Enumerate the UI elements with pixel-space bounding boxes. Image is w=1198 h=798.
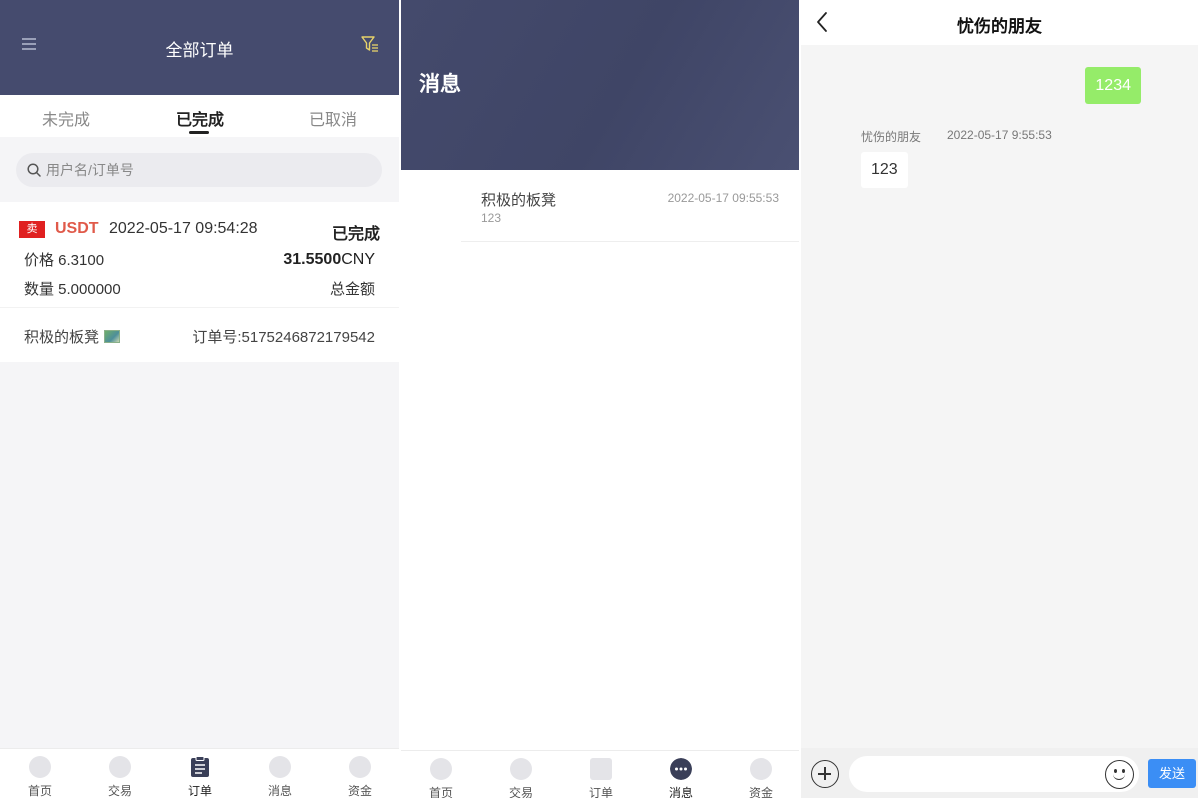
counterparty-name: 积极的板凳 [24,329,100,346]
order-status: 已完成 [331,226,380,243]
tabbar-item-home[interactable]: 首页 [401,751,481,798]
wallet-icon [750,758,772,780]
chat-title: 忧伤的朋友 [957,17,1042,36]
clipboard-icon [191,756,209,777]
order-card[interactable]: 卖 USDT 2022-05-17 09:54:28 已完成 价格 6.3100… [0,202,399,362]
divider [461,241,799,242]
coin-symbol: USDT [55,220,99,237]
tabbar-label: 交易 [107,784,132,798]
search-area [0,137,399,202]
page-title: 消息 [419,73,461,96]
tabbar-label: 资金 [347,784,372,798]
tab-completed[interactable]: 已完成 [176,106,224,130]
trade-icon [510,758,532,780]
order-number: 订单号:5175246872179542 [192,329,375,346]
tabbar-item-orders[interactable]: 订单 [561,751,641,798]
order-quantity: 数量 5.000000 [24,281,121,298]
active-tab-indicator [189,131,209,134]
order-price: 价格 6.3100 [24,252,105,269]
tabbar-label: 订单 [588,786,613,798]
outgoing-message: 1234 [1085,67,1141,104]
sell-badge: 卖 [19,221,45,238]
conversation-item[interactable]: 积极的板凳 2022-05-17 09:55:53 123 [401,170,799,242]
avatar [419,184,463,228]
tabbar-item-orders[interactable]: 订单 [160,749,240,798]
emoji-icon[interactable] [1105,760,1134,789]
conversation-name: 积极的板凳 [481,192,557,209]
tab-cancelled[interactable]: 已取消 [309,106,357,130]
tabbar-item-funds[interactable]: 资金 [320,749,400,798]
chat-input-bar: 发送 [801,748,1198,798]
tabbar-item-messages[interactable]: 消息 [641,751,721,798]
order-time: 2022-05-17 09:54:28 [109,220,258,237]
order-total: 31.5500CNY [283,251,375,269]
tab-incomplete[interactable]: 未完成 [42,106,90,130]
list-icon [590,758,612,780]
orders-header: 全部订单 [0,0,399,95]
tabbar-label: 订单 [187,784,212,798]
search-icon [27,163,41,177]
tabbar-label: 消息 [267,784,292,798]
tabbar-item-home[interactable]: 首页 [0,749,80,798]
message-sender: 忧伤的朋友 [861,130,922,144]
trade-icon [109,756,131,778]
chat-icon [269,756,291,778]
bottom-tabbar: 首页 交易 订单 消息 资金 [401,750,799,798]
order-status-tabs: 未完成 已完成 已取消 [0,95,399,137]
tabbar-item-trade[interactable]: 交易 [80,749,160,798]
filter-icon[interactable] [361,35,379,53]
chat-icon [670,758,692,780]
conversation-preview: 123 [481,211,502,225]
order-total-value: 31.5500 [283,251,342,268]
emoji-mouth [1113,772,1125,780]
message-input[interactable] [849,756,1139,792]
home-icon [29,756,51,778]
conversation-time: 2022-05-17 09:55:53 [667,191,779,205]
tabbar-item-messages[interactable]: 消息 [240,749,320,798]
divider [0,307,399,308]
tabbar-label: 消息 [668,786,693,798]
tabbar-label: 交易 [508,786,533,798]
message-time: 2022-05-17 9:55:53 [947,128,1052,142]
tabbar-item-funds[interactable]: 资金 [721,751,801,798]
counterparty[interactable]: 积极的板凳 [24,326,121,347]
orders-screen: 全部订单 未完成 已完成 已取消 卖 [0,0,399,798]
search-bar [16,153,382,187]
bottom-tabbar: 首页 交易 订单 消息 资金 [0,748,399,798]
tabbar-item-trade[interactable]: 交易 [481,751,561,798]
chat-screen: 忧伤的朋友 1234 忧伤的朋友 2022-05-17 9:55:53 123 … [801,0,1198,798]
chat-header: 忧伤的朋友 [801,0,1198,45]
image-icon [104,330,121,343]
tabbar-label: 首页 [428,786,453,798]
page-title: 全部订单 [165,41,234,60]
search-input[interactable] [46,153,366,187]
incoming-message: 123 [861,152,908,188]
tabbar-label: 资金 [748,786,773,798]
order-total-currency: CNY [341,251,375,268]
tabbar-label: 首页 [27,784,52,798]
order-total-label: 总金额 [329,281,375,298]
messages-screen: 消息 积极的板凳 2022-05-17 09:55:53 123 首页 交易 订… [401,0,799,798]
send-button[interactable]: 发送 [1148,759,1196,788]
wallet-icon [349,756,371,778]
plus-icon[interactable] [811,760,839,788]
home-icon [430,758,452,780]
messages-header: 消息 [401,0,799,170]
